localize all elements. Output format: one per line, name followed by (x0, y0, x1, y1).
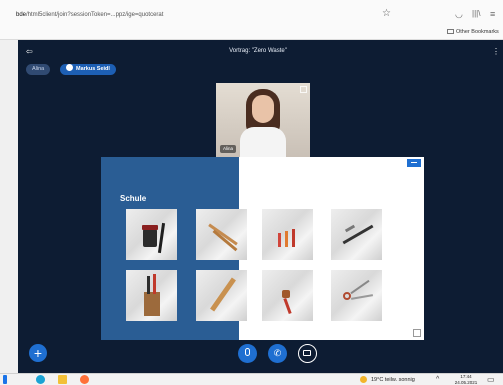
photo-fountain-pen (331, 209, 382, 260)
photo-ink-bottle (126, 209, 177, 260)
clock-date: 24.05.2021 (454, 379, 478, 385)
webcam-video[interactable]: Alina (216, 83, 310, 157)
conference-app: ⇦ Vortrag: "Zero Waste" ⋮ Alina Markus S… (18, 40, 503, 373)
participant-chip-alina[interactable]: Alina (26, 64, 51, 75)
fullscreen-icon[interactable] (413, 329, 421, 337)
url-host: bde (16, 12, 27, 18)
microphone-icon (66, 64, 73, 71)
microphone-button[interactable] (238, 344, 257, 363)
photo-scissors (331, 270, 382, 321)
browser-chrome: bde/html5client/join?sessionToken=...ppz… (0, 0, 503, 40)
pencil-shape (153, 274, 156, 294)
library-icon[interactable]: |||\ (472, 9, 480, 19)
pencil-shape (208, 223, 238, 246)
taskbar: 19°C teilw. sonnig ^ 17:44 24.05.2021 ▭ (0, 373, 503, 385)
scissors-handle-shape (343, 292, 351, 300)
url-bar[interactable]: bde/html5client/join?sessionToken=...ppz… (2, 6, 397, 24)
ruler-shape (210, 277, 236, 312)
pencil-shape (292, 229, 295, 247)
pocket-icon[interactable]: ◡ (455, 9, 463, 19)
minimize-presentation-button[interactable] (407, 159, 421, 167)
ink-cap-shape (142, 225, 158, 230)
minus-icon (411, 162, 417, 163)
webcam-name-label: Alina (220, 145, 237, 153)
photo-colored-pencils (262, 209, 313, 260)
menu-icon[interactable]: ≡ (490, 9, 495, 19)
presentation-title: Vortrag: "Zero Waste" (229, 48, 287, 54)
microphone-icon (245, 348, 250, 356)
pen-cap-shape (344, 224, 356, 233)
add-button[interactable]: + (29, 344, 47, 362)
pen-shape (157, 222, 166, 254)
other-bookmarks[interactable]: Other Bookmarks (447, 28, 499, 36)
pencil-shape (285, 231, 288, 247)
users-icon[interactable]: ⇦ (26, 47, 36, 57)
edge-icon[interactable] (36, 375, 45, 384)
explorer-icon[interactable] (58, 375, 67, 384)
pencil-shape (283, 297, 292, 315)
start-icon[interactable] (3, 375, 7, 384)
presentation-slide: Schule (101, 157, 424, 340)
pencil-shape (147, 276, 150, 294)
camera-icon (303, 350, 311, 356)
leave-audio-button[interactable]: ✆ (268, 344, 287, 363)
photo-pencil-sharpener (262, 270, 313, 321)
participant-chip-markus[interactable]: Markus Seidl (60, 64, 116, 75)
webcam-person-face (252, 95, 274, 123)
folder-icon (447, 29, 454, 34)
photo-pencils-in-cup (126, 270, 177, 321)
scissors-blade-shape (350, 279, 370, 295)
participant-name: Markus Seidl (76, 66, 110, 72)
star-icon[interactable]: ☆ (382, 9, 391, 19)
weather-icon[interactable] (360, 376, 367, 383)
other-bookmarks-label: Other Bookmarks (456, 29, 499, 35)
camera-button[interactable] (298, 344, 317, 363)
photo-wooden-pencils (196, 209, 247, 260)
scissors-blade-shape (350, 294, 374, 300)
pencil-shape (278, 233, 281, 247)
chevron-up-icon[interactable]: ^ (436, 375, 439, 384)
url-path: /html5client/join?sessionToken=...ppz/ig… (26, 12, 164, 18)
weather-text[interactable]: 19°C teilw. sonnig (371, 376, 415, 384)
expand-icon[interactable] (300, 86, 307, 93)
photo-wooden-ruler (196, 270, 247, 321)
options-icon[interactable]: ⋮ (492, 47, 500, 57)
cup-shape (144, 292, 160, 316)
clock[interactable]: 17:44 24.05.2021 (451, 374, 481, 385)
slide-title: Schule (120, 194, 147, 203)
webcam-person-shirt (240, 127, 286, 157)
ink-bottle-shape (143, 229, 157, 247)
firefox-icon[interactable] (80, 375, 89, 384)
notification-icon[interactable]: ▭ (487, 375, 495, 384)
